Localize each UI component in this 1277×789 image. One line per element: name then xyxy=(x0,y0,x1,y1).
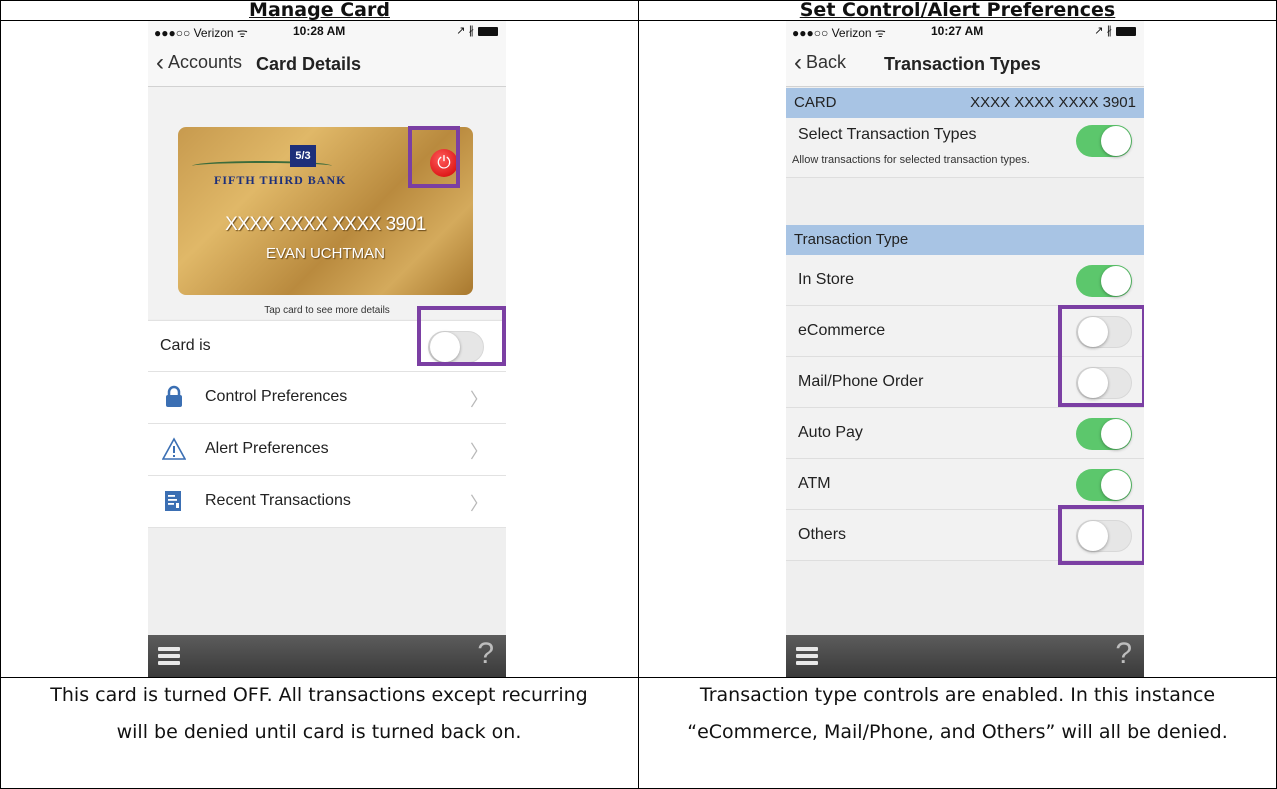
section-header-label: Transaction Type xyxy=(794,231,909,248)
warning-icon xyxy=(162,437,186,460)
select-types-label: Select Transaction Types xyxy=(798,126,977,143)
table-border xyxy=(638,0,639,789)
clock: 10:28 AM xyxy=(293,24,346,38)
type-label: ATM xyxy=(798,475,831,492)
type-row-in-store: In Store xyxy=(786,255,1144,306)
type-label: eCommerce xyxy=(798,322,886,339)
page-title: Card Details xyxy=(256,54,362,74)
bottom-bar: ? xyxy=(786,635,1144,677)
toggle-knob xyxy=(1101,266,1131,296)
help-icon[interactable]: ? xyxy=(477,637,494,671)
toggle-knob xyxy=(1101,126,1131,156)
highlight-card-toggle-box xyxy=(417,306,506,366)
bank-logo-icon: 5/3 xyxy=(290,145,316,167)
auto-pay-toggle[interactable] xyxy=(1076,418,1132,450)
card-status-label: Card is xyxy=(160,337,211,354)
battery-icon xyxy=(478,26,498,36)
clock: 10:27 AM xyxy=(931,24,984,38)
hamburger-menu-icon[interactable] xyxy=(796,647,818,665)
menu-item-label: Alert Preferences xyxy=(205,440,329,457)
phone-card-details: ●●●○○ Verizon ᯤ 10:28 AM ↗ ∦ ‹ Accounts C… xyxy=(148,21,506,677)
type-label: Others xyxy=(798,526,847,543)
caption-preferences: Transaction type controls are enabled. I… xyxy=(687,684,1228,743)
status-bar: ●●●○○ Verizon ᯤ 10:28 AM ↗ ∦ xyxy=(148,21,506,41)
menu-item-label: Control Preferences xyxy=(205,388,348,405)
chevron-right-icon: 〉 xyxy=(470,442,488,462)
type-row-atm: ATM xyxy=(786,459,1144,510)
in-store-toggle[interactable] xyxy=(1076,265,1132,297)
atm-toggle[interactable] xyxy=(1076,469,1132,501)
select-types-toggle[interactable] xyxy=(1076,125,1132,157)
chevron-right-icon: 〉 xyxy=(470,390,488,410)
lock-icon xyxy=(166,385,182,407)
caption-manage-card: This card is turned OFF. All transaction… xyxy=(50,684,588,743)
chevron-right-icon: 〉 xyxy=(470,494,488,514)
phone-transaction-types: ●●●○○ Verizon ᯤ 10:27 AM ↗ ∦ ‹ Back Trans… xyxy=(786,21,1144,677)
bank-name: FIFTH THIRD BANK xyxy=(214,173,347,187)
highlight-others-box xyxy=(1058,505,1144,565)
nav-bar: ‹ Back Transaction Types xyxy=(786,41,1144,87)
hamburger-menu-icon[interactable] xyxy=(158,647,180,665)
card-area: 5/3 FIFTH THIRD BANK ⏻ XXXX XXXX XXXX 39… xyxy=(148,87,506,319)
carrier-label: ●●●○○ Verizon ᯤ xyxy=(154,26,248,40)
type-row-auto-pay: Auto Pay xyxy=(786,408,1144,459)
status-icons: ↗ ∦ xyxy=(456,24,498,37)
menu-item-alert-preferences[interactable]: Alert Preferences 〉 xyxy=(148,424,506,476)
chevron-left-icon: ‹ xyxy=(794,49,802,76)
document-icon xyxy=(165,491,181,511)
carrier-label: ●●●○○ Verizon ᯤ xyxy=(792,26,886,40)
menu-item-recent-transactions[interactable]: Recent Transactions 〉 xyxy=(148,476,506,528)
card-holder: EVAN UCHTMAN xyxy=(266,245,385,262)
column-title-preferences: Set Control/Alert Preferences xyxy=(799,0,1116,21)
page-title: Transaction Types xyxy=(884,54,1041,74)
card-header-number: XXXX XXXX XXXX 3901 xyxy=(970,94,1136,111)
type-label: In Store xyxy=(798,271,855,288)
status-icons: ↗ ∦ xyxy=(1094,24,1136,37)
menu-list: Control Preferences 〉 Alert Preferences … xyxy=(148,372,506,528)
highlight-power-box xyxy=(408,126,460,188)
battery-icon xyxy=(1116,26,1136,36)
type-label: Auto Pay xyxy=(798,424,863,441)
menu-item-label: Recent Transactions xyxy=(205,492,351,509)
back-button[interactable]: ‹ Back xyxy=(794,49,846,76)
card-header: CARD XXXX XXXX XXXX 3901 xyxy=(786,88,1144,118)
type-label: Mail/Phone Order xyxy=(798,373,924,390)
column-title-manage-card: Manage Card xyxy=(249,0,390,21)
card-header-label: CARD xyxy=(794,94,837,111)
table-border xyxy=(0,0,1,789)
toggle-knob xyxy=(1101,470,1131,500)
card-number: XXXX XXXX XXXX 3901 xyxy=(225,214,426,235)
select-types-row: Select Transaction Types Allow transacti… xyxy=(786,118,1144,178)
help-icon[interactable]: ? xyxy=(1115,637,1132,671)
nav-bar: ‹ Accounts Card Details xyxy=(148,41,506,87)
back-button[interactable]: ‹ Accounts xyxy=(156,49,242,76)
status-bar: ●●●○○ Verizon ᯤ 10:27 AM ↗ ∦ xyxy=(786,21,1144,41)
menu-item-control-preferences[interactable]: Control Preferences 〉 xyxy=(148,372,506,424)
highlight-denied-box xyxy=(1058,305,1144,407)
select-types-note: Allow transactions for selected transact… xyxy=(792,154,1030,166)
section-header: Transaction Type xyxy=(786,225,1144,255)
toggle-knob xyxy=(1101,419,1131,449)
chevron-left-icon: ‹ xyxy=(156,49,164,76)
bottom-bar: ? xyxy=(148,635,506,677)
